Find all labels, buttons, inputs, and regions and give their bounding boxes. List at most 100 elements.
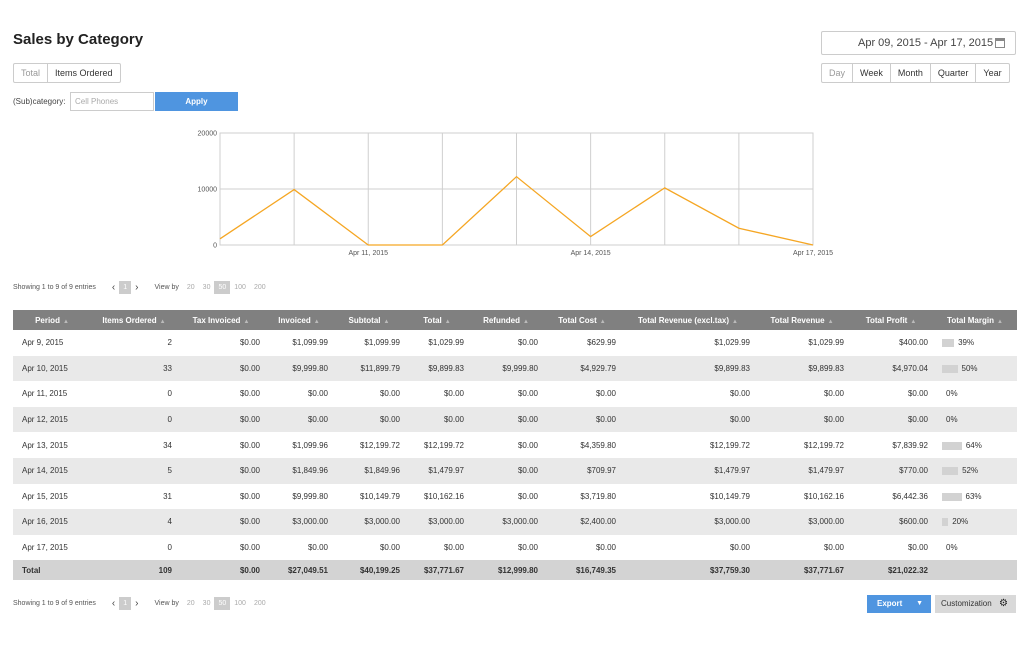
view-by-200[interactable]: 200	[250, 281, 270, 294]
subcategory-input[interactable]	[70, 92, 154, 111]
table-cell: $1,479.97	[755, 457, 849, 484]
table-cell: $12,199.72	[423, 440, 464, 450]
cell-total-margin: 64%	[933, 432, 1017, 458]
table-cell: $0.00	[755, 406, 849, 433]
table-row[interactable]: Apr 9, 2015 2 $0.00 $1,099.99 $1,099.99 $1,02…	[13, 330, 1017, 356]
table-row[interactable]: Apr 11, 2015 0 $0.00 $0.00 $0.00 $0.00 $0.00 $0…	[13, 381, 1017, 407]
x-tick-label: Apr 17, 2015	[793, 250, 833, 257]
table-cell: $0.00	[907, 543, 928, 553]
col-total-revenue-excl-tax[interactable]: Total Revenue (excl.tax) ▲	[621, 310, 755, 330]
customization-button[interactable]: Customization ⚙	[935, 595, 1016, 613]
table-row[interactable]: Apr 10, 2015 33 $0.00 $9,999.80 $11,899.79 $9…	[13, 355, 1017, 382]
table-cell: $0.00	[543, 406, 621, 433]
table-cell: $0.00	[517, 440, 538, 450]
paging-bottom: Showing 1 to 9 of 9 entries ‹ 1 › View b…	[13, 597, 270, 610]
table-cell: $1,099.99	[364, 338, 400, 348]
table-cell: $0.00	[517, 543, 538, 553]
table-cell: 0	[167, 389, 172, 399]
page-number[interactable]: 1	[119, 281, 132, 294]
tab-day[interactable]: Day	[822, 64, 852, 82]
col-invoiced[interactable]: Invoiced ▲	[265, 310, 333, 330]
view-by-200[interactable]: 200	[250, 597, 270, 610]
table-cell: $0.00	[517, 338, 538, 348]
table-cell: 0	[91, 406, 177, 433]
table-cell: $9,899.83	[755, 355, 849, 382]
table-cell: Apr 13, 2015	[22, 440, 68, 450]
table-cell: $1,029.99	[714, 338, 750, 348]
col-total-profit[interactable]: Total Profit ▲	[849, 310, 933, 330]
table-row[interactable]: Apr 15, 2015 31 $0.00 $9,999.80 $10,149.79 $1…	[13, 484, 1017, 510]
table-cell: $4,970.04	[849, 355, 933, 382]
col-tax-invoiced[interactable]: Tax Invoiced ▲	[177, 310, 265, 330]
table-cell: $12,199.72	[359, 440, 400, 450]
table-cell: $10,149.79	[709, 491, 750, 501]
tab-total[interactable]: Total	[14, 64, 47, 82]
table-cell: $1,029.99	[808, 338, 844, 348]
table-cell: $0.00	[729, 543, 750, 553]
table-row[interactable]: Apr 13, 2015 34 $0.00 $1,099.96 $12,199.72 $1…	[13, 432, 1017, 458]
page-title: Sales by Category	[13, 31, 144, 48]
page-number[interactable]: 1	[119, 597, 132, 610]
table-cell: $9,899.83	[621, 355, 755, 382]
margin-bar	[942, 364, 958, 373]
col-items-ordered[interactable]: Items Ordered ▲	[91, 310, 177, 330]
caret-down-icon: ▼	[916, 600, 923, 607]
subcategory-label: (Sub)category:	[13, 97, 66, 106]
table-cell: $709.97	[543, 457, 621, 484]
col-refunded[interactable]: Refunded ▲	[469, 310, 543, 330]
date-range-picker[interactable]: Apr 09, 2015 - Apr 17, 2015	[821, 31, 1016, 55]
margin-bar	[942, 492, 962, 501]
y-tick-label: 0	[213, 243, 217, 250]
table-row[interactable]: Apr 14, 2015 5 $0.00 $1,849.96 $1,849.96 $1,4…	[13, 457, 1017, 484]
view-by-30[interactable]: 30	[199, 597, 215, 610]
cell-total-margin: 39%	[933, 330, 1017, 356]
table-cell: 4	[91, 509, 177, 535]
chevron-right-icon[interactable]: ›	[131, 282, 142, 293]
tab-items-ordered[interactable]: Items Ordered	[47, 64, 120, 82]
table-cell: $0.00	[849, 406, 933, 433]
tab-year[interactable]: Year	[975, 64, 1008, 82]
chevron-left-icon[interactable]: ‹	[108, 282, 119, 293]
view-by-50[interactable]: 50	[214, 597, 231, 610]
table-cell: $0.00	[405, 406, 469, 433]
view-by-100[interactable]: 100	[230, 597, 250, 610]
col-total-cost[interactable]: Total Cost ▲	[543, 310, 621, 330]
tab-week[interactable]: Week	[852, 64, 890, 82]
tab-quarter[interactable]: Quarter	[929, 64, 976, 82]
margin-bar	[942, 518, 949, 527]
apply-button[interactable]: Apply	[155, 92, 238, 111]
table-row[interactable]: Apr 17, 2015 0 $0.00 $0.00 $0.00 $0.00 $0.00 $0…	[13, 535, 1017, 561]
view-by-20[interactable]: 20	[183, 597, 199, 610]
paging-info: Showing 1 to 9 of 9 entries	[13, 600, 96, 607]
table-cell: $0.00	[823, 543, 844, 553]
table-cell: $9,999.80	[469, 355, 543, 382]
col-period[interactable]: Period ▲	[13, 310, 91, 330]
view-by-100[interactable]: 100	[230, 281, 250, 294]
view-by-50[interactable]: 50	[214, 281, 231, 294]
table-row[interactable]: Apr 16, 2015 4 $0.00 $3,000.00 $3,000.00 $3,0…	[13, 509, 1017, 535]
table-row[interactable]: Apr 12, 2015 0 $0.00 $0.00 $0.00 $0.00 $0.00 $0…	[13, 406, 1017, 433]
table-cell: $6,442.36	[892, 491, 928, 501]
chevron-left-icon[interactable]: ‹	[108, 598, 119, 609]
tab-month[interactable]: Month	[889, 64, 930, 82]
col-subtotal[interactable]: Subtotal ▲	[333, 310, 405, 330]
col-total-margin[interactable]: Total Margin ▲	[933, 310, 1017, 330]
col-total[interactable]: Total ▲	[405, 310, 469, 330]
total-cell: $37,771.67	[405, 560, 469, 581]
table-cell: $0.00	[307, 543, 328, 553]
table-cell: $1,099.96	[292, 440, 328, 450]
cell-total-margin: 50%	[933, 355, 1017, 382]
table-cell: $400.00	[899, 338, 928, 348]
col-total-revenue[interactable]: Total Revenue ▲	[755, 310, 849, 330]
table-cell: $1,479.97	[621, 457, 755, 484]
sales-line-chart: 0 10000 20000 Apr 11, 2015 Apr 14, 2015 Apr 1…	[198, 131, 834, 258]
view-by-30[interactable]: 30	[199, 281, 215, 294]
table-cell: 34	[163, 440, 172, 450]
table-cell: Apr 12, 2015	[13, 406, 91, 433]
export-button[interactable]: Export ▼	[867, 595, 931, 613]
paging-top: Showing 1 to 9 of 9 entries ‹ 1 › View b…	[13, 281, 270, 294]
view-by-20[interactable]: 20	[183, 281, 199, 294]
chevron-right-icon[interactable]: ›	[131, 598, 142, 609]
table-cell: $0.00	[239, 440, 260, 450]
total-cell: $40,199.25	[333, 560, 405, 581]
